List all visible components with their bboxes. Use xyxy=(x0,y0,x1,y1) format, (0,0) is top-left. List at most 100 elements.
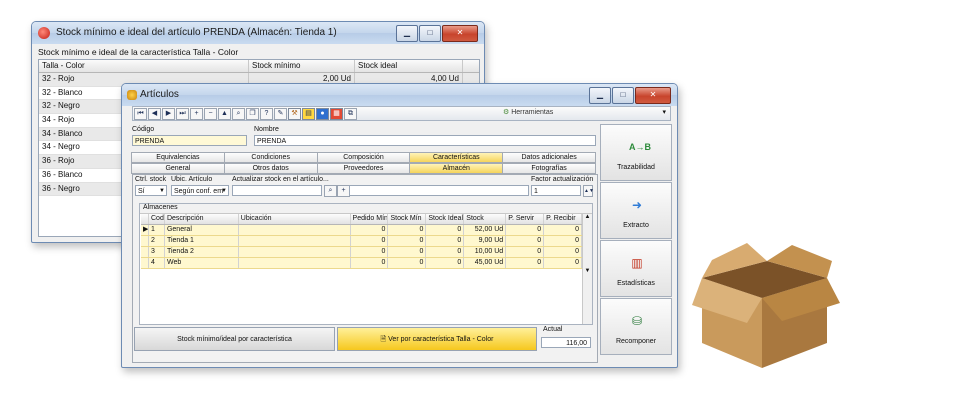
desc-cell[interactable]: Web xyxy=(165,258,239,268)
smin-cell[interactable]: 0 xyxy=(388,236,427,246)
ped-cell[interactable]: 0 xyxy=(351,247,389,257)
last-record-icon[interactable]: ⏭ xyxy=(176,107,189,120)
chart-icon[interactable]: ▦ xyxy=(330,107,343,120)
tab-almacen[interactable]: Almacén xyxy=(409,163,504,174)
smin-cell[interactable]: 0 xyxy=(388,258,427,268)
close-button[interactable]: ✕ xyxy=(635,87,671,104)
help-icon[interactable]: ? xyxy=(260,107,273,120)
table-row[interactable]: 4 Web 0 0 0 45,00 Ud 0 0 xyxy=(141,258,583,269)
sideal-cell[interactable]: 0 xyxy=(426,236,465,246)
minimize-button[interactable]: ▁ xyxy=(589,87,611,104)
minimize-button[interactable]: ▁ xyxy=(396,25,418,42)
cod-cell[interactable]: 1 xyxy=(149,225,165,235)
note-icon[interactable]: ▤ xyxy=(302,107,315,120)
serv-cell[interactable]: 0 xyxy=(506,236,545,246)
serv-cell[interactable]: 0 xyxy=(506,258,545,268)
sideal-cell[interactable]: 0 xyxy=(426,247,465,257)
prev-record-icon[interactable]: ◀ xyxy=(148,107,161,120)
ver-caracteristica-button[interactable]: 🗎 Ver por característica Talla - Color xyxy=(337,327,537,351)
rec-cell[interactable]: 0 xyxy=(544,225,583,235)
ubic-cell[interactable] xyxy=(239,247,351,257)
col-header[interactable]: Stock Ideal xyxy=(426,214,465,224)
window-icon[interactable]: ⧉ xyxy=(344,107,357,120)
col-header[interactable]: Ubicación xyxy=(239,214,351,224)
table-row[interactable]: 2 Tienda 1 0 0 0 9,00 Ud 0 0 xyxy=(141,236,583,247)
maximize-button[interactable]: □ xyxy=(612,87,634,104)
smin-cell[interactable]: 0 xyxy=(388,247,427,257)
tools-icon[interactable]: ⚒ xyxy=(288,107,301,120)
codigo-field[interactable]: PRENDA xyxy=(132,135,247,146)
search-icon[interactable]: ⌕ xyxy=(232,107,245,120)
rec-cell[interactable]: 0 xyxy=(544,247,583,257)
factor-input[interactable]: 1 xyxy=(531,185,581,196)
ctrl-stock-select[interactable]: Sí ▼ xyxy=(135,185,167,196)
cod-cell[interactable]: 3 xyxy=(149,247,165,257)
globe-icon[interactable]: ● xyxy=(316,107,329,120)
stock-cell[interactable]: 52,00 Ud xyxy=(464,225,507,235)
table-row[interactable]: ▶ 1 General 0 0 0 52,00 Ud 0 0 xyxy=(141,225,583,236)
desc-cell[interactable]: Tienda 2 xyxy=(165,247,239,257)
stock-cell[interactable]: 9,00 Ud xyxy=(464,236,507,246)
serv-cell[interactable]: 0 xyxy=(506,247,545,257)
tab-caracteristicas[interactable]: Características xyxy=(409,152,504,163)
col-header[interactable]: P. Recibir xyxy=(544,214,583,224)
ped-cell[interactable]: 0 xyxy=(351,258,389,268)
copy-icon[interactable]: ❐ xyxy=(246,107,259,120)
serv-cell[interactable]: 0 xyxy=(506,225,545,235)
maximize-button[interactable]: □ xyxy=(419,25,441,42)
col-header[interactable]: Stock Mín xyxy=(388,214,427,224)
tab-proveedores[interactable]: Proveedores xyxy=(316,163,411,174)
col-header-stock-ideal[interactable]: Stock ideal xyxy=(355,60,463,72)
almacenes-grid[interactable]: Almacenes Cod Descripción Ubicación Pedido … xyxy=(139,203,593,325)
stock-cell[interactable]: 45,00 Ud xyxy=(464,258,507,268)
vertical-scrollbar[interactable]: ▲ ▼ xyxy=(582,214,592,324)
ubic-cell[interactable] xyxy=(239,225,351,235)
ubic-cell[interactable] xyxy=(239,258,351,268)
stock-minimo-button[interactable]: Stock mínimo/ideal por característica xyxy=(134,327,335,351)
col-header[interactable]: Descripción xyxy=(165,214,239,224)
actualizar-field[interactable] xyxy=(232,185,322,196)
extracto-button[interactable]: ➜ Extracto xyxy=(600,182,672,239)
ped-cell[interactable]: 0 xyxy=(351,225,389,235)
comment-icon[interactable]: ✎ xyxy=(274,107,287,120)
spinner-icon[interactable]: ▲▼ xyxy=(583,185,594,197)
ubic-cell[interactable] xyxy=(239,236,351,246)
tab-equivalencias[interactable]: Equivalencias xyxy=(131,152,225,163)
smin-cell[interactable]: 0 xyxy=(388,225,427,235)
tab-general[interactable]: General xyxy=(131,163,225,174)
add-icon[interactable]: + xyxy=(190,107,203,120)
stock-cell[interactable]: 10,00 Ud xyxy=(464,247,507,257)
close-button[interactable]: ✕ xyxy=(442,25,478,42)
first-record-icon[interactable]: ⏮ xyxy=(134,107,147,120)
cod-cell[interactable]: 4 xyxy=(149,258,165,268)
delete-icon[interactable]: − xyxy=(204,107,217,120)
chevron-down-icon[interactable]: ▾ xyxy=(662,108,666,116)
tab-datos-adicionales[interactable]: Datos adicionales xyxy=(502,152,596,163)
sideal-cell[interactable]: 0 xyxy=(426,258,465,268)
col-header-stock-minimo[interactable]: Stock mínimo xyxy=(249,60,355,72)
col-header[interactable]: Stock xyxy=(464,214,507,224)
tools-menu[interactable]: ⚙ Herramientas xyxy=(503,108,553,116)
col-header[interactable]: Cod xyxy=(149,214,165,224)
tab-condiciones[interactable]: Condiciones xyxy=(223,152,318,163)
cod-cell[interactable]: 2 xyxy=(149,236,165,246)
rec-cell[interactable]: 0 xyxy=(544,258,583,268)
tab-composicion[interactable]: Composición xyxy=(316,152,411,163)
col-header[interactable]: Pedido Mín xyxy=(351,214,389,224)
search-icon[interactable]: ⌕ xyxy=(324,185,337,197)
next-record-icon[interactable]: ▶ xyxy=(162,107,175,120)
tab-otros-datos[interactable]: Otros datos xyxy=(223,163,318,174)
col-header[interactable]: P. Servir xyxy=(506,214,545,224)
up-icon[interactable]: ▲ xyxy=(218,107,231,120)
table-row[interactable]: 3 Tienda 2 0 0 0 10,00 Ud 0 0 xyxy=(141,247,583,258)
sideal-cell[interactable]: 0 xyxy=(426,225,465,235)
nombre-field[interactable]: PRENDA xyxy=(254,135,596,146)
ubic-select[interactable]: Según conf. em ▼ xyxy=(171,185,229,196)
tab-fotografias[interactable]: Fotografías xyxy=(502,163,596,174)
title-bar[interactable]: Artículos ▁ □ ✕ xyxy=(122,84,677,106)
desc-cell[interactable]: Tienda 1 xyxy=(165,236,239,246)
title-bar[interactable]: Stock mínimo e ideal del artículo PRENDA… xyxy=(32,22,484,44)
col-header-talla[interactable]: Talla - Color xyxy=(39,60,249,72)
estadisticas-button[interactable]: ▥ Estadísticas xyxy=(600,240,672,297)
rec-cell[interactable]: 0 xyxy=(544,236,583,246)
